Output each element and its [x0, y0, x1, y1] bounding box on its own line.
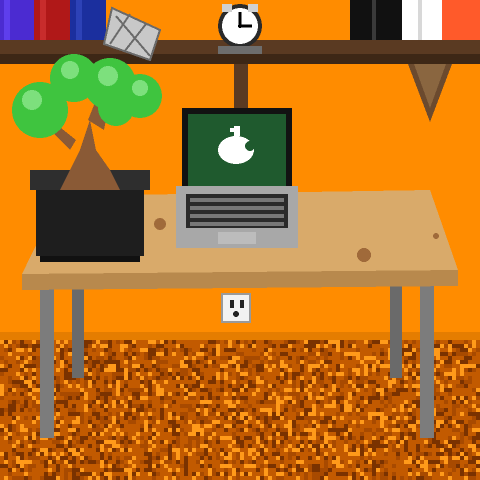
book-icon[interactable]	[34, 0, 70, 40]
trackpad[interactable]	[218, 232, 256, 244]
laptop[interactable]	[176, 108, 298, 248]
shelf-books-left[interactable]	[0, 0, 106, 40]
book-icon[interactable]	[70, 0, 106, 40]
shelf-books-right[interactable]	[350, 0, 480, 40]
stand-post	[234, 64, 248, 108]
power-outlet-icon[interactable]	[221, 293, 251, 323]
book-icon[interactable]	[442, 0, 480, 40]
alarm-clock-icon[interactable]	[218, 4, 262, 54]
room-scene	[0, 0, 480, 480]
